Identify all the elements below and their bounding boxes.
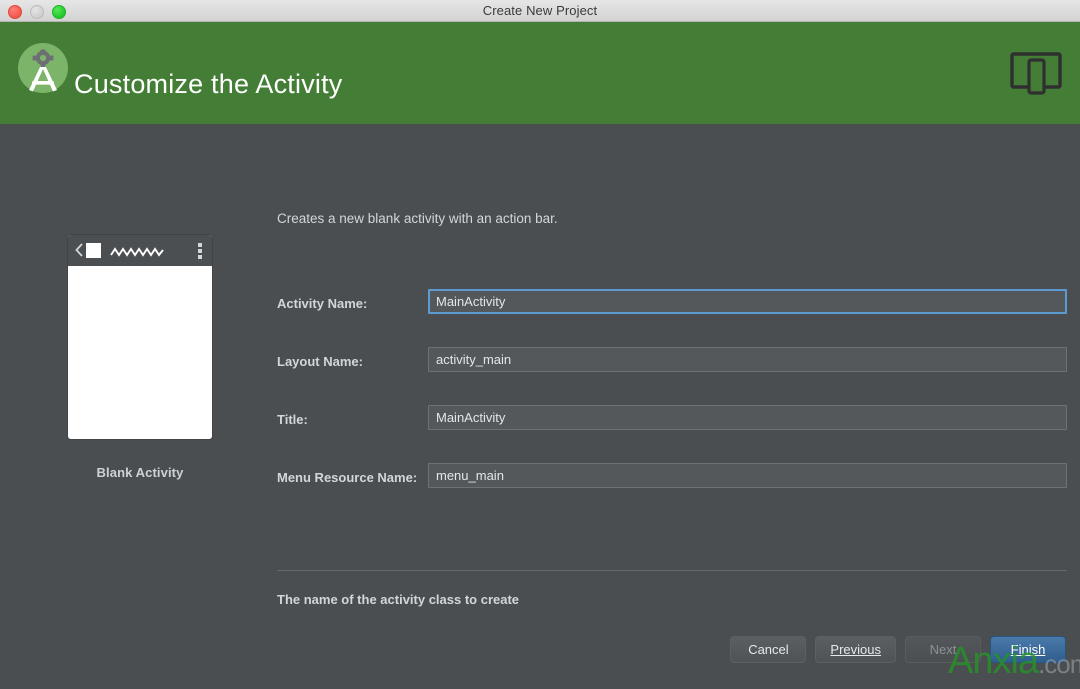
wizard-body: Blank Activity Creates a new blank activ…: [0, 124, 1080, 689]
layout-name-label: Layout Name:: [277, 354, 363, 369]
activity-form: Activity Name: MainActivity Layout Name:…: [277, 289, 1067, 492]
wizard-header: Customize the Activity: [0, 22, 1080, 124]
window-titlebar: Create New Project: [0, 0, 1080, 22]
form-row-layout-name: Layout Name: activity_main: [277, 347, 1067, 376]
template-description: Creates a new blank activity with an act…: [277, 211, 558, 226]
activity-template-preview[interactable]: Blank Activity: [68, 235, 212, 480]
app-square-icon: [86, 243, 101, 258]
next-button[interactable]: Next: [905, 636, 981, 663]
window-title: Create New Project: [482, 3, 598, 18]
form-row-menu-resource-name: Menu Resource Name: menu_main: [277, 463, 1067, 492]
activity-name-label: Activity Name:: [277, 296, 368, 311]
overflow-menu-icon: [198, 243, 202, 259]
footer-divider: [277, 570, 1067, 571]
form-row-activity-name: Activity Name: MainActivity: [277, 289, 1067, 318]
field-hint-text: The name of the activity class to create: [277, 592, 520, 607]
mockup-content-area: [68, 266, 212, 439]
dialog-button-bar: Cancel Previous Next Finish: [730, 636, 1066, 663]
previous-button-label: Previous: [830, 642, 881, 657]
cancel-button[interactable]: Cancel: [730, 636, 807, 663]
title-input[interactable]: MainActivity: [428, 405, 1067, 430]
menu-resource-name-input[interactable]: menu_main: [428, 463, 1067, 488]
template-caption: Blank Activity: [96, 465, 184, 480]
back-chevron-icon: [75, 243, 83, 257]
row-gap-3: [277, 434, 1067, 463]
create-new-project-dialog: Create New Project Customize the Activit…: [0, 0, 1080, 689]
tablet-phone-device-icon: [1010, 49, 1062, 95]
menu-resource-name-label: Menu Resource Name:: [277, 470, 418, 485]
row-gap-1: [277, 318, 1067, 347]
title-label: Title:: [277, 412, 308, 427]
finish-button-label: Finish: [1010, 642, 1046, 657]
phone-mockup: [68, 235, 212, 439]
layout-name-input[interactable]: activity_main: [428, 347, 1067, 372]
finish-button[interactable]: Finish: [990, 636, 1066, 663]
page-title: Customize the Activity: [74, 69, 343, 99]
mockup-action-bar: [68, 235, 212, 266]
activity-name-input[interactable]: MainActivity: [428, 289, 1067, 314]
previous-button[interactable]: Previous: [815, 636, 896, 663]
row-gap-2: [277, 376, 1067, 405]
form-row-title: Title: MainActivity: [277, 405, 1067, 434]
zigzag-title-icon: [110, 245, 166, 257]
android-studio-logo-icon: [13, 38, 73, 98]
